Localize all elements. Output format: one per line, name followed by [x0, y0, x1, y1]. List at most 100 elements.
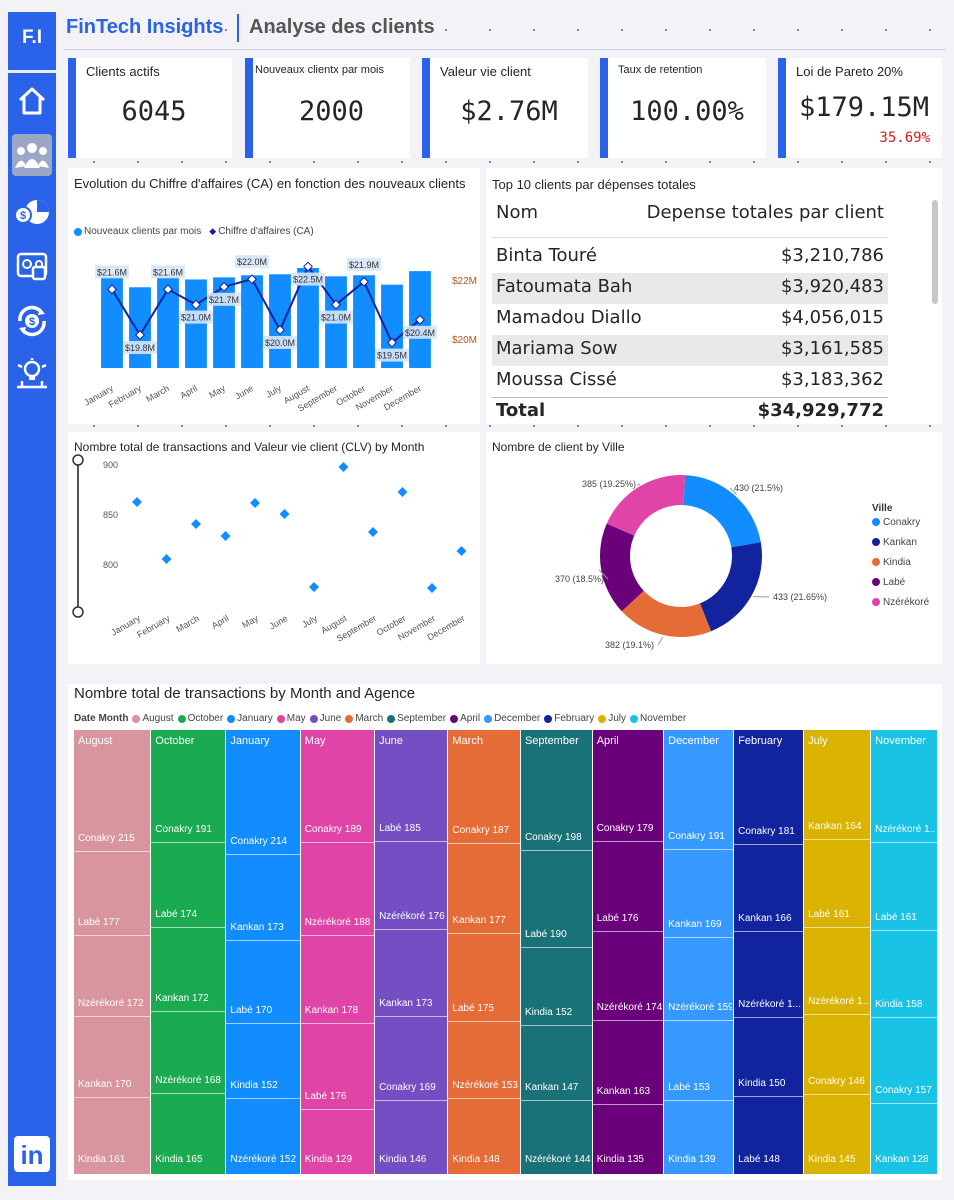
- treemap-cell[interactable]: Conakry 191: [151, 824, 226, 844]
- treemap-group[interactable]: September Conakry 198 Labé 190 Kindia 152 Ka…: [520, 730, 592, 1174]
- legend-label[interactable]: Labé: [883, 577, 906, 588]
- table-row[interactable]: Mamadou Diallo $4,056,015: [492, 304, 888, 335]
- legend-item[interactable]: August: [132, 713, 174, 724]
- treemap-group[interactable]: February Conakry 181 Kankan 166 Nzérékoré 1…: [734, 730, 804, 1174]
- column-header-name[interactable]: Nom: [496, 202, 538, 233]
- legend-label[interactable]: Nzérékoré: [883, 597, 930, 608]
- legend-item[interactable]: September: [387, 713, 446, 724]
- bar-mark[interactable]: [241, 275, 263, 368]
- transfer-icon[interactable]: $: [12, 300, 52, 342]
- scatter-point[interactable]: [397, 487, 408, 497]
- table-row[interactable]: Moussa Cissé $3,183,362: [492, 366, 888, 397]
- treemap-group[interactable]: March Conakry 187 Kankan 177 Labé 175 Nzérék…: [448, 730, 520, 1174]
- treemap-cell[interactable]: Kankan 170: [74, 1079, 151, 1098]
- treemap-cell[interactable]: Kankan 173: [375, 998, 448, 1017]
- legend-item[interactable]: December: [484, 713, 540, 724]
- treemap-cell[interactable]: Labé 176: [300, 1091, 375, 1111]
- treemap-cell[interactable]: Nzérékoré 1...: [734, 999, 804, 1018]
- treemap-cell[interactable]: Kankan 177: [448, 915, 520, 934]
- treemap-cell[interactable]: Nzérékoré 159: [664, 1002, 734, 1022]
- legend-item[interactable]: May: [276, 713, 306, 724]
- treemap-group[interactable]: August Conakry 215 Labé 177 Nzérékoré 172 Ka…: [74, 730, 151, 1174]
- legend-label[interactable]: Kankan: [883, 537, 917, 548]
- treemap-cell[interactable]: Conakry 146: [804, 1076, 871, 1095]
- treemap-cell[interactable]: Labé 148: [734, 1154, 803, 1174]
- treemap-cell[interactable]: Nzérékoré 1...: [804, 996, 871, 1015]
- treemap-cell[interactable]: Kankan 163: [592, 1086, 664, 1105]
- treemap-cell[interactable]: Kindia 135: [593, 1154, 663, 1174]
- treemap-cell[interactable]: Conakry 187: [448, 825, 520, 845]
- bar-mark[interactable]: [129, 287, 151, 368]
- treemap-group[interactable]: December Conakry 191 Kankan 169 Nzérékoré 1…: [664, 730, 734, 1174]
- treemap-cell[interactable]: Labé 161: [804, 909, 871, 928]
- legend-item[interactable]: January: [227, 713, 273, 724]
- treemap-cell[interactable]: Conakry 179: [592, 823, 664, 842]
- treemap-cell[interactable]: Conakry 215: [74, 833, 151, 852]
- treemap-group[interactable]: July Kankan 164 Labé 161 Nzérékoré 1... Cona…: [804, 730, 871, 1174]
- treemap-cell[interactable]: Nzérékoré 153: [448, 1080, 520, 1100]
- treemap-cell[interactable]: Nzérékoré 174: [592, 1002, 664, 1022]
- table-row[interactable]: Fatoumata Bah $3,920,483: [492, 273, 888, 304]
- zoom-slider-handle-bottom[interactable]: [72, 606, 84, 618]
- treemap-cell[interactable]: Labé 174: [151, 909, 226, 928]
- bar-mark[interactable]: [185, 279, 207, 368]
- clients-icon[interactable]: [12, 134, 52, 176]
- treemap-cell[interactable]: Conakry 198: [520, 832, 592, 852]
- column-header-value[interactable]: Depense totales par client: [647, 202, 884, 233]
- scatter-point[interactable]: [456, 546, 467, 556]
- treemap-cell[interactable]: Labé 175: [448, 1003, 520, 1023]
- treemap-cell[interactable]: Kindia 165: [151, 1154, 225, 1174]
- scatter-point[interactable]: [250, 498, 260, 508]
- treemap-cell[interactable]: Kankan 164: [804, 821, 871, 840]
- treemap-cell[interactable]: Nzérékoré 144: [521, 1154, 592, 1174]
- scatter-point[interactable]: [279, 509, 290, 519]
- treemap-cell[interactable]: Kindia 161: [74, 1154, 150, 1174]
- treemap-cell[interactable]: Kankan 147: [520, 1082, 592, 1101]
- treemap-cell[interactable]: Kankan 172: [151, 993, 226, 1012]
- treemap-group[interactable]: January Conakry 214 Kankan 173 Labé 170 Kind…: [226, 730, 300, 1174]
- linkedin-icon[interactable]: in: [14, 1136, 50, 1172]
- scatter-point[interactable]: [427, 583, 437, 593]
- treemap-cell[interactable]: Labé 176: [592, 913, 664, 932]
- treemap-cell[interactable]: Kindia 158: [871, 999, 937, 1018]
- treemap-cell[interactable]: Labé 153: [664, 1082, 734, 1102]
- treemap-cell[interactable]: Conakry 169: [375, 1082, 448, 1102]
- treemap-cell[interactable]: Conakry 214: [226, 836, 300, 856]
- treemap-cell[interactable]: Nzérékoré 176: [375, 911, 448, 931]
- legend-item[interactable]: June: [309, 713, 341, 724]
- treemap-cell[interactable]: Kindia 145: [804, 1154, 870, 1174]
- treemap-cell[interactable]: Nzérékoré 168: [151, 1075, 226, 1094]
- treemap-cell[interactable]: Kankan 169: [664, 919, 734, 939]
- treemap-cell[interactable]: Conakry 157: [871, 1085, 937, 1104]
- scatter-point[interactable]: [220, 531, 231, 541]
- legend-item[interactable]: October: [177, 713, 223, 724]
- legend-item[interactable]: April: [450, 713, 480, 724]
- treemap-cell[interactable]: Labé 161: [871, 912, 937, 932]
- security-icon[interactable]: [12, 246, 52, 288]
- treemap-cell[interactable]: Labé 177: [74, 917, 151, 936]
- scatter-point[interactable]: [309, 582, 319, 592]
- zoom-slider-handle-top[interactable]: [72, 454, 84, 466]
- treemap-cell[interactable]: Labé 170: [226, 1005, 300, 1025]
- treemap-group[interactable]: June Labé 185 Nzérékoré 176 Kankan 173 Conak…: [375, 730, 448, 1174]
- legend-item[interactable]: July: [598, 713, 626, 724]
- treemap-cell[interactable]: Kindia 146: [375, 1154, 447, 1174]
- legend-label[interactable]: Kindia: [883, 557, 911, 568]
- legend-item[interactable]: February: [544, 713, 594, 724]
- treemap-cell[interactable]: Conakry 189: [300, 824, 375, 844]
- treemap-cell[interactable]: Kankan 178: [300, 1005, 375, 1024]
- treemap-cell[interactable]: Nzérékoré 1...: [871, 824, 937, 844]
- treemap-group[interactable]: May Conakry 189 Nzérékoré 188 Kankan 178 Lab…: [300, 730, 375, 1174]
- legend-label[interactable]: Conakry: [883, 517, 920, 528]
- treemap-cell[interactable]: Nzérékoré 188: [300, 917, 375, 936]
- bar-mark[interactable]: [269, 274, 291, 368]
- treemap-group[interactable]: October Conakry 191 Labé 174 Kankan 172 Nzér…: [151, 730, 226, 1174]
- scatter-point[interactable]: [161, 554, 172, 564]
- finance-chart-icon[interactable]: $: [12, 192, 52, 234]
- donut-slice[interactable]: [699, 542, 762, 632]
- scatter-point[interactable]: [191, 519, 201, 529]
- treemap-cell[interactable]: Kindia 139: [664, 1154, 733, 1174]
- treemap-cell[interactable]: Kindia 152: [226, 1080, 300, 1100]
- table-scrollbar[interactable]: [932, 200, 938, 304]
- treemap-cell[interactable]: Kankan 166: [734, 913, 804, 932]
